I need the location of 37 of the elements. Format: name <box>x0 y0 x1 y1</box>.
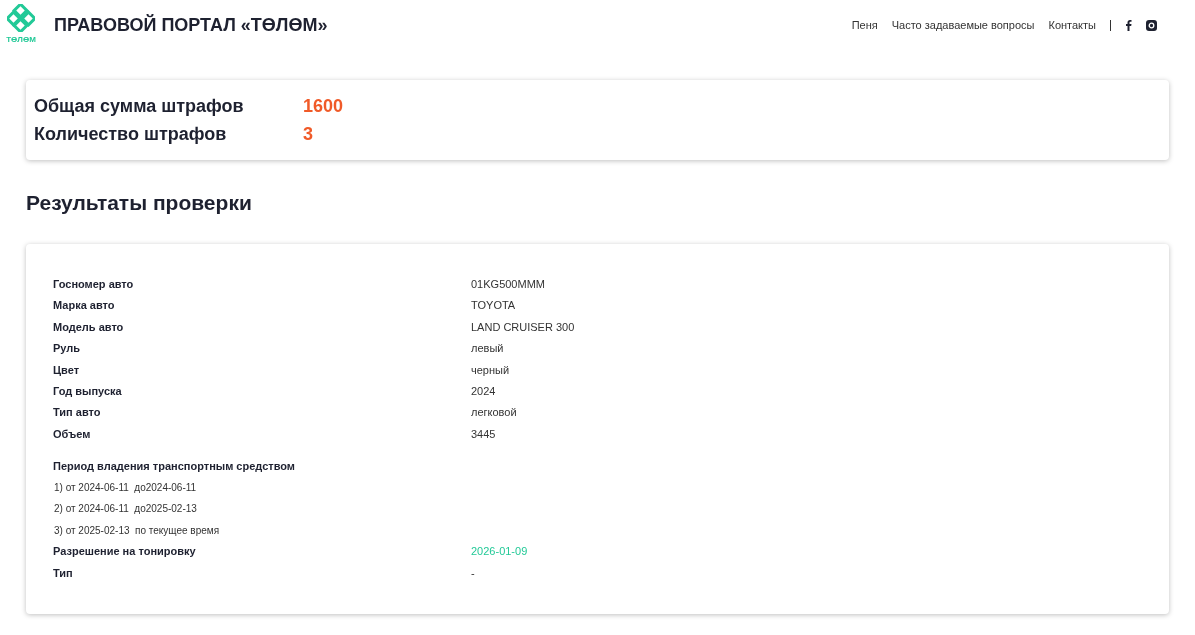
nav-link[interactable]: Часто задаваемые вопросы <box>891 17 1035 34</box>
field-value: TOYOTA <box>471 298 516 314</box>
nav-link[interactable]: Пеня <box>851 17 878 34</box>
field-label: Руль <box>53 341 82 357</box>
logo-icon <box>7 4 35 32</box>
summary-label: Количество штрафов <box>34 122 228 146</box>
ownership-period: 3) от 2025-02-13 по текущее время <box>53 523 221 538</box>
field-label: Модель авто <box>53 319 125 335</box>
field-value: левый <box>471 341 504 357</box>
field-value: LAND CRUISER 300 <box>471 319 575 335</box>
field-value: - <box>471 565 475 581</box>
field-label: Разрешение на тонировку <box>53 544 197 560</box>
summary-label: Общая сумма штрафов <box>34 94 245 118</box>
field-label: Марка авто <box>53 298 116 314</box>
field-label: Тип <box>53 565 74 581</box>
nav-link[interactable]: Контакты <box>1048 17 1096 34</box>
field-value: 2026-01-09 <box>471 544 528 560</box>
field-label: Объем <box>53 426 92 442</box>
logo-text: ТӨЛӨМ <box>6 36 36 44</box>
ownership-period: 2) от 2024-06-11 до2025-02-13 <box>53 502 198 517</box>
instagram-icon[interactable] <box>1146 19 1157 31</box>
field-value: 01KG500MMM <box>471 276 545 292</box>
field-value: 3445 <box>471 426 496 442</box>
section-title: Результаты проверки <box>26 190 253 216</box>
ownership-period: 1) от 2024-06-11 до2024-06-11 <box>53 480 198 495</box>
field-label: Год выпуска <box>53 383 123 399</box>
site-title: ПРАВОВОЙ ПОРТАЛ «ТӨЛӨМ» <box>54 13 328 37</box>
field-value: легковой <box>471 405 517 421</box>
summary-value: 1600 <box>303 94 344 118</box>
field-label: Цвет <box>53 362 80 378</box>
field-label: Госномер авто <box>53 276 135 292</box>
field-value: 2024 <box>471 383 496 399</box>
field-label: Тип авто <box>53 405 102 421</box>
facebook-icon[interactable] <box>1125 19 1132 31</box>
summary-value: 3 <box>303 122 313 146</box>
ownership-title: Период владения транспортным средством <box>53 458 296 474</box>
field-value: черный <box>471 362 510 378</box>
